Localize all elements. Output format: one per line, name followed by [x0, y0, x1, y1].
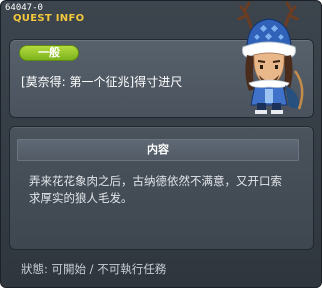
quest-name: [莫奈得: 第一个征兆]得寸进尺: [21, 75, 183, 89]
window-title: QUEST INFO: [13, 13, 85, 24]
quest-category-badge: 一般: [19, 45, 79, 61]
content-text-line: 弄来花花象肉之后，古纳德依然不满意，又开口索: [29, 174, 282, 188]
npc-character-portrait-icon: [237, 1, 304, 114]
content-header: 内容: [17, 139, 299, 161]
content-text-line: 求厚实的狼人毛发。: [29, 191, 133, 205]
quest-id: 64047-0: [5, 3, 43, 13]
quest-status-text: 狀態: 可開始 / 不可執行任務: [21, 262, 167, 276]
quest-info-window: 64047-0 QUEST INFO 一般 [莫奈得: 第一个征兆]得寸进尺 内…: [0, 0, 322, 288]
